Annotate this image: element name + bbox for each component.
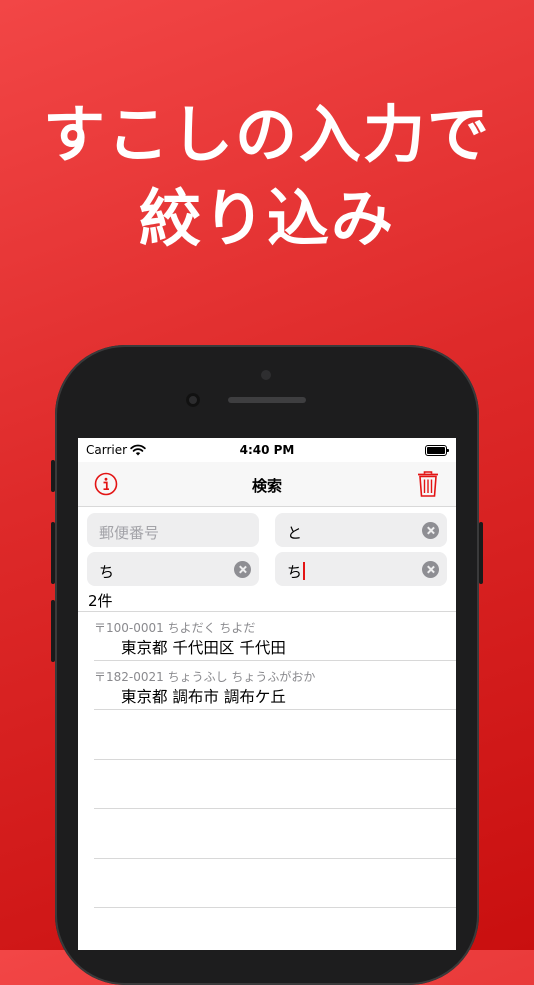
result-row[interactable]: 〒100-0001 ちよだく ちよだ 東京都 千代田区 千代田	[78, 612, 456, 661]
clear-city-icon[interactable]	[234, 561, 251, 578]
town-field[interactable]: ち	[275, 552, 447, 586]
row-separator	[94, 808, 456, 809]
prefecture-field[interactable]: と	[275, 513, 447, 547]
row-separator	[94, 709, 456, 710]
proximity-sensor	[261, 370, 271, 380]
town-field-value: ち	[287, 563, 303, 581]
city-field-value: ち	[99, 563, 115, 581]
battery-icon	[425, 445, 449, 456]
nav-title: 検索	[251, 477, 282, 495]
app-screen: Carrier 4:40 PM 検索 郵便番号 と ち ち 2件 〒100-00…	[78, 438, 456, 950]
row-separator	[94, 907, 456, 908]
clear-town-icon[interactable]	[422, 561, 439, 578]
result-row[interactable]: 〒182-0021 ちょうふし ちょうふがおか 東京都 調布市 調布ケ丘	[78, 661, 456, 710]
result-postal-reading: 〒182-0021 ちょうふし ちょうふがおか	[94, 670, 316, 684]
earpiece-speaker	[228, 397, 306, 403]
headline-line-1: すこしの入力で	[42, 98, 491, 171]
volume-down-button	[51, 600, 55, 662]
volume-up-button	[51, 522, 55, 584]
town-field-content: ち	[287, 561, 306, 582]
power-button	[479, 522, 483, 584]
postal-code-field[interactable]: 郵便番号	[87, 513, 259, 547]
navigation-bar: 検索	[78, 462, 456, 507]
headline-line-2: 絞り込み	[138, 182, 395, 255]
result-address: 東京都 調布市 調布ケ丘	[121, 688, 286, 706]
postal-code-placeholder: 郵便番号	[99, 524, 160, 542]
status-bar: Carrier 4:40 PM	[78, 438, 456, 462]
city-field[interactable]: ち	[87, 552, 259, 586]
prefecture-field-value: と	[287, 524, 303, 542]
result-address: 東京都 千代田区 千代田	[121, 639, 286, 657]
front-camera	[186, 393, 200, 407]
result-count: 2件	[88, 592, 113, 610]
clear-prefecture-icon[interactable]	[422, 522, 439, 539]
result-postal-reading: 〒100-0001 ちよだく ちよだ	[94, 621, 256, 635]
mute-switch	[51, 460, 55, 492]
text-cursor	[303, 562, 306, 580]
status-time: 4:40 PM	[239, 443, 295, 457]
trash-icon[interactable]	[416, 470, 440, 498]
row-separator	[94, 858, 456, 859]
row-separator	[94, 759, 456, 760]
